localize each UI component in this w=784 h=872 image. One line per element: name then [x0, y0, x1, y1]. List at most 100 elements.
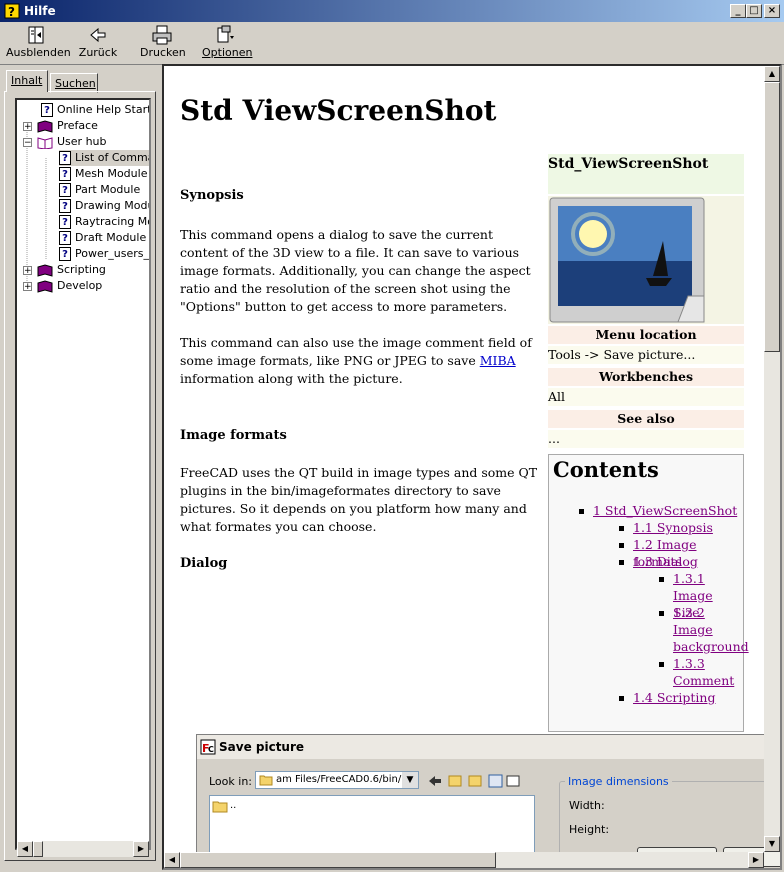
svg-text:?: ? — [8, 5, 15, 19]
tree-item-drawing-module[interactable]: ? Drawing Modu — [59, 198, 151, 214]
toc-bullet — [619, 696, 624, 701]
image-formats-paragraph: FreeCAD uses the QT build in image types… — [180, 465, 538, 534]
tab-contents-label: Inhalt — [11, 74, 43, 87]
book-closed-icon — [37, 119, 53, 133]
scroll-left-icon[interactable]: ◀ — [17, 841, 33, 857]
scroll-thumb[interactable] — [33, 841, 43, 857]
tree-item-label: Raytracing Mo — [75, 215, 151, 228]
toc-item-comment[interactable]: 1.3.3 Comment — [673, 655, 739, 689]
expand-icon[interactable]: + — [23, 122, 32, 132]
expand-icon[interactable]: + — [23, 282, 32, 292]
miba-link[interactable]: MIBA — [480, 353, 516, 368]
navigation-pane: ? Online Help Startpa + Preface − User hu… — [4, 91, 156, 861]
folder-icon — [212, 801, 228, 813]
tree-item-part-module[interactable]: ? Part Module — [59, 182, 140, 198]
folder-icon — [259, 775, 273, 786]
help-page-icon: ? — [59, 199, 71, 213]
synopsis-text: information along with the picture. — [180, 371, 403, 386]
dialog-title: Save picture — [219, 740, 305, 754]
scroll-up-icon[interactable]: ▲ — [764, 66, 780, 82]
hide-button[interactable]: Ausblenden — [6, 24, 71, 59]
help-page-icon: ? — [59, 231, 71, 245]
tree-item-scripting[interactable]: Scripting — [37, 262, 106, 278]
help-content-pane: Std ViewScreenShot Synopsis This command… — [162, 64, 782, 870]
chevron-down-icon[interactable]: ▼ — [402, 772, 418, 788]
back-arrow-icon — [90, 27, 106, 43]
toc-item-image-background[interactable]: 1.3.2 Image background — [673, 604, 749, 655]
freecad-icon: F C — [200, 739, 216, 755]
tab-contents[interactable]: Inhalt — [6, 70, 48, 92]
tree-item-label: List of Comman — [75, 151, 149, 164]
tree-item-label: Power_users_l — [75, 247, 151, 260]
tree-item-label: Drawing Modu — [75, 199, 151, 212]
help-toolbar: Ausblenden Zurück Drucken Optionen — [0, 22, 784, 65]
tree-item-label: Draft Module — [75, 231, 147, 244]
options-button[interactable]: Optionen — [202, 24, 252, 59]
window-title: Hilfe — [24, 4, 56, 18]
tree-item-mesh-module[interactable]: ? Mesh Module — [59, 166, 147, 182]
synopsis-paragraph-2: This command can also use the image comm… — [180, 334, 540, 388]
content-horizontal-scrollbar[interactable]: ◀ ▶ — [164, 852, 764, 868]
pane-splitter[interactable] — [157, 64, 161, 870]
window-titlebar: ? Hilfe _ □ × — [0, 0, 784, 22]
see-also-header: See also — [548, 410, 744, 428]
back-button[interactable]: Zurück — [78, 24, 118, 59]
tree-item-develop[interactable]: Develop — [37, 278, 102, 294]
tab-search-label: Suchen — [55, 77, 96, 90]
scroll-down-icon[interactable]: ▼ — [764, 836, 780, 852]
toc-item-synopsis[interactable]: 1.1 Synopsis — [633, 519, 713, 536]
width-label: Width: — [569, 799, 605, 812]
toc-bullet — [619, 526, 624, 531]
scroll-thumb[interactable] — [764, 82, 780, 352]
collapse-icon[interactable]: − — [23, 138, 32, 148]
tree-item-power-users[interactable]: ? Power_users_l — [59, 246, 151, 262]
print-label: Drucken — [140, 46, 186, 59]
toc-bullet — [619, 543, 624, 548]
contents-tree[interactable]: ? Online Help Startpa + Preface − User hu… — [15, 98, 151, 850]
tree-item-list-of-commands[interactable]: ? List of Comman — [59, 150, 149, 166]
close-button[interactable]: × — [764, 4, 780, 18]
maximize-button[interactable]: □ — [746, 4, 762, 18]
toc-item-scripting[interactable]: 1.4 Scripting — [633, 689, 715, 706]
tree-item-label: User hub — [57, 135, 107, 148]
content-vertical-scrollbar[interactable]: ▲ ▼ — [764, 66, 780, 852]
height-label: Height: — [569, 823, 610, 836]
scroll-thumb[interactable] — [180, 852, 496, 868]
scroll-right-icon[interactable]: ▶ — [748, 852, 764, 868]
help-page-icon: ? — [59, 167, 71, 181]
tree-item-user-hub[interactable]: User hub — [37, 134, 107, 150]
image-dimensions-label: Image dimensions — [565, 775, 672, 788]
tree-item-raytracing-module[interactable]: ? Raytracing Mo — [59, 214, 151, 230]
tree-item-label: Preface — [57, 119, 98, 132]
book-closed-icon — [37, 279, 53, 293]
infobox-image — [548, 196, 744, 324]
parent-folder-item[interactable]: .. — [230, 800, 236, 811]
scroll-left-icon[interactable]: ◀ — [164, 852, 180, 868]
toc-item-dialog[interactable]: 1.3 Dialog — [633, 553, 698, 570]
save-picture-dialog-image: F C Save picture Look in: am Files/FreeC… — [196, 734, 780, 868]
look-in-combo[interactable]: am Files/FreeCAD0.6/bin/ ▼ — [255, 771, 419, 789]
print-button[interactable]: Drucken — [140, 24, 186, 59]
tree-item-label: Online Help Startpa — [57, 103, 151, 116]
look-in-label: Look in: — [209, 775, 252, 788]
hide-label: Ausblenden — [6, 46, 71, 59]
book-open-icon — [37, 136, 53, 149]
tree-item-draft-module[interactable]: ? Draft Module — [59, 230, 146, 246]
tree-item-online-help[interactable]: ? Online Help Startpa — [41, 102, 151, 118]
tree-horizontal-scrollbar[interactable]: ◀ ▶ — [17, 841, 149, 857]
toc-item-std-viewscreenshot[interactable]: 1 Std_ViewScreenShot — [593, 502, 737, 519]
see-also-value: ... — [548, 430, 744, 448]
minimize-button[interactable]: _ — [730, 4, 746, 18]
workbenches-value: All — [548, 388, 744, 406]
tab-search[interactable]: Suchen — [50, 73, 98, 93]
table-of-contents: Contents 1 Std_ViewScreenShot 1.1 Synops… — [548, 454, 749, 732]
help-page-icon: ? — [59, 151, 71, 165]
synopsis-paragraph-1: This command opens a dialog to save the … — [180, 227, 531, 314]
tree-item-preface[interactable]: Preface — [37, 118, 98, 134]
tree-item-label: Develop — [57, 279, 103, 292]
expand-icon[interactable]: + — [23, 266, 32, 276]
image-formats-heading: Image formats — [180, 428, 287, 443]
help-page-icon: ? — [59, 215, 71, 229]
scroll-right-icon[interactable]: ▶ — [133, 841, 149, 857]
hide-pane-icon — [28, 26, 44, 44]
